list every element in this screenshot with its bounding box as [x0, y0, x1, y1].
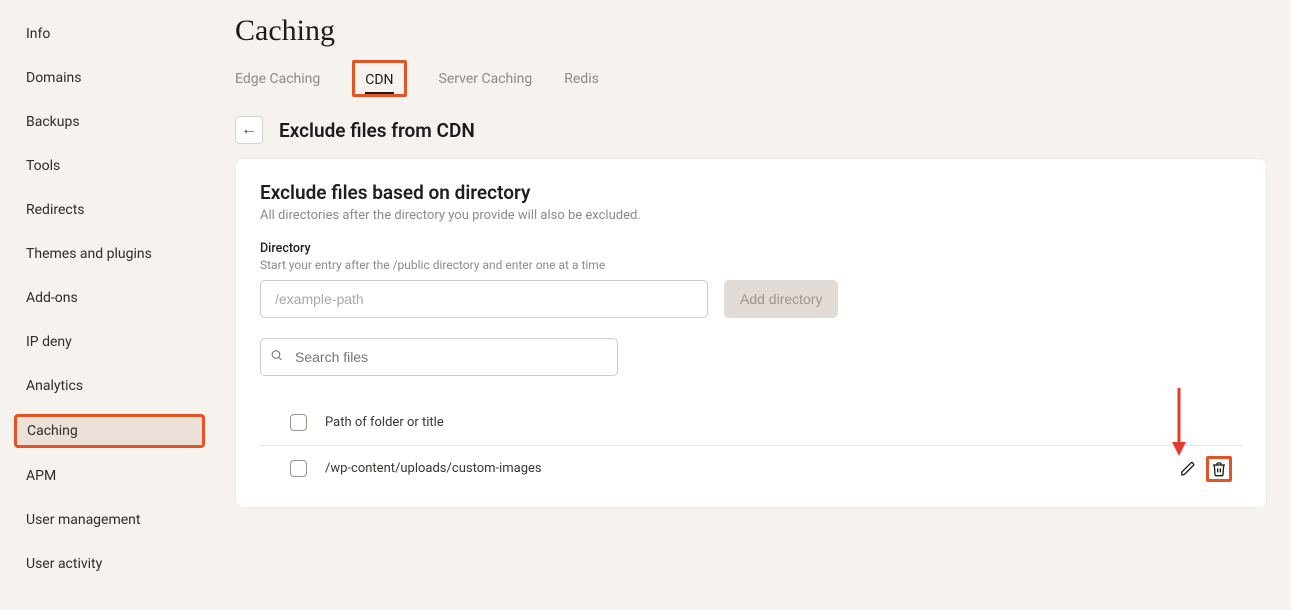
sidebar-item-label: Add-ons: [26, 290, 78, 306]
subheader: ← Exclude files from CDN: [235, 116, 1267, 144]
main-region: Caching Edge Caching CDN Server Caching …: [215, 0, 1291, 610]
edit-row-button[interactable]: [1180, 461, 1196, 477]
list-row: /wp-content/uploads/custom-images: [260, 446, 1242, 491]
delete-row-button[interactable]: [1206, 456, 1232, 482]
row-actions: [1180, 456, 1232, 482]
list-header: Path of folder or title: [260, 400, 1242, 446]
row-checkbox[interactable]: [290, 460, 307, 477]
sidebar: Info Domains Backups Tools Redirects The…: [0, 0, 215, 610]
sidebar-item-tools[interactable]: Tools: [14, 150, 205, 182]
sidebar-item-label: Caching: [27, 423, 78, 439]
search-input[interactable]: [260, 338, 618, 376]
sidebar-item-user-management[interactable]: User management: [14, 504, 205, 536]
page-title: Caching: [235, 14, 1267, 48]
sidebar-item-label: Themes and plugins: [26, 246, 152, 262]
exclude-card: Exclude files based on directory All dir…: [235, 158, 1267, 508]
sidebar-item-label: Redirects: [26, 202, 85, 218]
tab-cdn[interactable]: CDN: [365, 72, 393, 94]
sidebar-item-apm[interactable]: APM: [14, 460, 205, 492]
tab-cdn-highlight: CDN: [352, 60, 406, 97]
sidebar-item-label: Backups: [26, 114, 80, 130]
sidebar-item-label: APM: [26, 468, 56, 484]
directory-help: Start your entry after the /public direc…: [260, 258, 1242, 272]
sidebar-item-label: Tools: [26, 158, 60, 174]
card-title: Exclude files based on directory: [260, 181, 1242, 204]
search-icon: [270, 349, 283, 366]
sidebar-item-user-activity[interactable]: User activity: [14, 548, 205, 580]
sidebar-item-analytics[interactable]: Analytics: [14, 370, 205, 402]
files-list: Path of folder or title /wp-content/uplo…: [260, 400, 1242, 491]
back-button[interactable]: ←: [235, 116, 263, 144]
pencil-icon: [1180, 461, 1196, 477]
sidebar-item-label: Analytics: [26, 378, 83, 394]
sidebar-item-themes-plugins[interactable]: Themes and plugins: [14, 238, 205, 270]
add-directory-button[interactable]: Add directory: [724, 280, 838, 318]
search-wrap: [260, 338, 618, 376]
sidebar-item-ip-deny[interactable]: IP deny: [14, 326, 205, 358]
list-header-label: Path of folder or title: [325, 415, 444, 430]
tab-redis[interactable]: Redis: [564, 71, 599, 93]
tab-edge-caching[interactable]: Edge Caching: [235, 71, 320, 93]
sidebar-item-info[interactable]: Info: [14, 18, 205, 50]
sidebar-item-label: IP deny: [26, 334, 72, 350]
sidebar-item-caching[interactable]: Caching: [14, 414, 205, 448]
sidebar-item-backups[interactable]: Backups: [14, 106, 205, 138]
tab-server-caching[interactable]: Server Caching: [439, 71, 533, 93]
select-all-checkbox[interactable]: [290, 414, 307, 431]
sidebar-item-domains[interactable]: Domains: [14, 62, 205, 94]
sidebar-item-redirects[interactable]: Redirects: [14, 194, 205, 226]
sidebar-item-label: Info: [26, 26, 50, 42]
directory-input[interactable]: [260, 280, 708, 318]
sidebar-item-label: User management: [26, 512, 140, 528]
card-subtitle: All directories after the directory you …: [260, 208, 1242, 223]
trash-icon: [1211, 461, 1227, 477]
directory-label: Directory: [260, 241, 1242, 256]
sidebar-item-label: User activity: [26, 556, 102, 572]
sidebar-item-addons[interactable]: Add-ons: [14, 282, 205, 314]
arrow-left-icon: ←: [241, 121, 257, 139]
subheader-title: Exclude files from CDN: [279, 119, 475, 142]
row-path: /wp-content/uploads/custom-images: [325, 461, 542, 476]
directory-field: Directory Start your entry after the /pu…: [260, 241, 1242, 318]
sidebar-item-label: Domains: [26, 70, 81, 86]
tabs: Edge Caching CDN Server Caching Redis: [235, 66, 1267, 98]
